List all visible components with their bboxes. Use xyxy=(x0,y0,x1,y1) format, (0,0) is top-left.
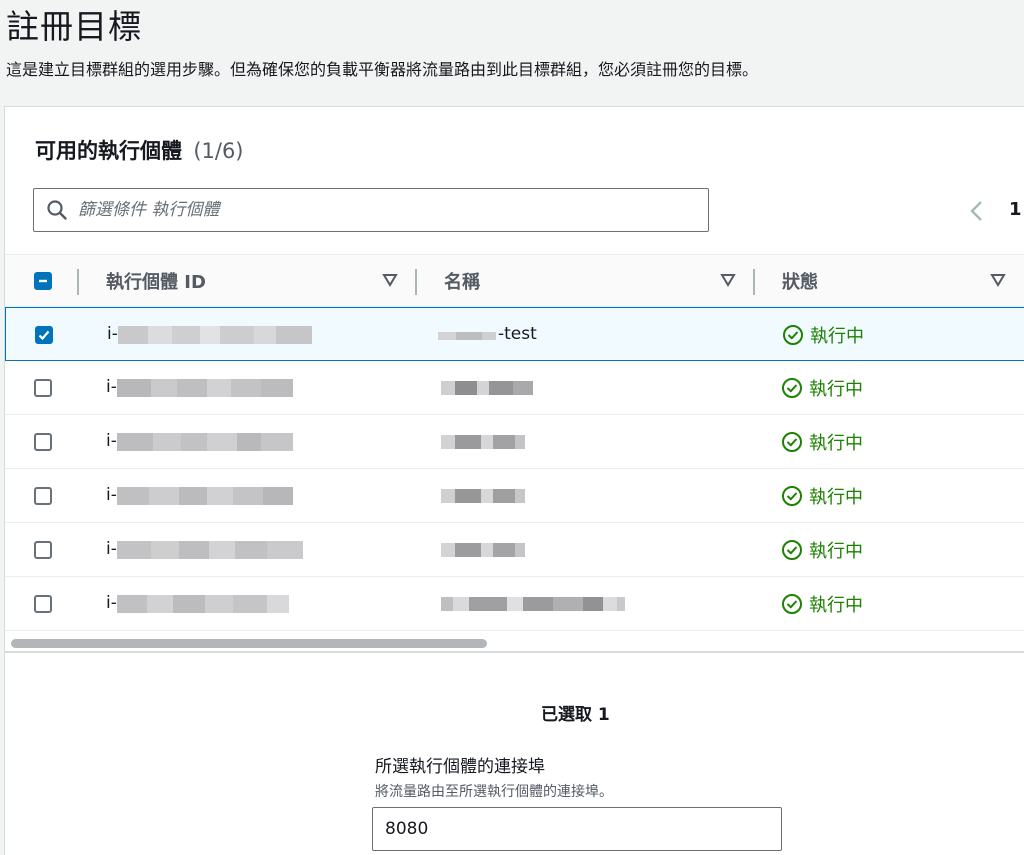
redacted-name xyxy=(441,489,525,503)
selected-count: 已選取 1 xyxy=(541,705,610,725)
instance-id-prefix: i- xyxy=(106,377,117,397)
redacted-instance-id xyxy=(118,326,312,344)
row-checkbox[interactable] xyxy=(34,541,52,559)
instance-name-suffix: -test xyxy=(498,324,537,344)
instances-table: 執行個體 ID 名稱 狀態 i- -test 執行中 i- 執行中 i- 執行中… xyxy=(5,254,1024,631)
sort-down-icon[interactable] xyxy=(382,273,398,287)
pagination-prev-button[interactable] xyxy=(967,199,987,223)
table-row[interactable]: i- -test 執行中 xyxy=(5,307,1024,361)
table-row[interactable]: i- 執行中 xyxy=(5,415,1024,469)
status-cell: 執行中 xyxy=(782,322,864,348)
status-label: 執行中 xyxy=(809,487,863,508)
table-header: 執行個體 ID 名稱 狀態 xyxy=(5,254,1024,307)
redacted-instance-id xyxy=(117,595,289,613)
status-cell: 執行中 xyxy=(781,537,863,563)
column-separator[interactable] xyxy=(753,269,755,295)
instance-count: (1/6) xyxy=(193,139,244,163)
instance-id-prefix: i- xyxy=(106,431,117,451)
table-row[interactable]: i- 執行中 xyxy=(5,523,1024,577)
panel-header: 可用的執行個體 (1/6) xyxy=(35,135,244,165)
row-checkbox[interactable] xyxy=(34,487,52,505)
redacted-name xyxy=(441,435,525,449)
divider xyxy=(5,651,1024,653)
page-title: 註冊目標 xyxy=(6,7,142,46)
column-label: 執行個體 ID xyxy=(106,272,206,293)
sort-down-icon[interactable] xyxy=(720,273,736,287)
column-separator[interactable] xyxy=(415,269,417,295)
sort-down-icon[interactable] xyxy=(990,273,1006,287)
redacted-name xyxy=(438,332,496,340)
status-label: 執行中 xyxy=(809,595,863,616)
redacted-instance-id xyxy=(117,487,293,505)
scrollbar-thumb[interactable] xyxy=(11,639,487,648)
redacted-instance-id xyxy=(117,541,303,559)
check-circle-icon xyxy=(782,486,802,506)
column-header-name[interactable]: 名稱 xyxy=(444,255,480,307)
instances-panel: 可用的執行個體 (1/6) 1 執行個體 ID 名稱 xyxy=(4,106,1024,855)
column-header-instance-id[interactable]: 執行個體 ID xyxy=(106,255,206,307)
search-input[interactable] xyxy=(78,200,678,220)
check-circle-icon xyxy=(782,540,802,560)
row-checkbox[interactable] xyxy=(34,595,52,613)
check-circle-icon xyxy=(783,325,803,345)
check-circle-icon xyxy=(782,432,802,452)
redacted-name xyxy=(441,597,625,611)
search-icon xyxy=(46,199,68,221)
instance-id-prefix: i- xyxy=(106,485,117,505)
port-description: 將流量路由至所選執行個體的連接埠。 xyxy=(375,784,613,800)
column-label: 狀態 xyxy=(782,272,818,293)
status-label: 執行中 xyxy=(810,326,864,347)
check-circle-icon xyxy=(782,594,802,614)
port-input[interactable] xyxy=(372,807,782,851)
select-all-checkbox[interactable] xyxy=(34,272,52,290)
port-label: 所選執行個體的連接埠 xyxy=(375,757,545,777)
status-cell: 執行中 xyxy=(781,483,863,509)
panel-title: 可用的執行個體 xyxy=(35,139,182,163)
status-label: 執行中 xyxy=(809,379,863,400)
instance-id-prefix: i- xyxy=(107,324,118,344)
page-description: 這是建立目標群組的選用步驟。但為確保您的負載平衡器將流量路由到此目標群組，您必須… xyxy=(6,60,759,79)
status-cell: 執行中 xyxy=(781,591,863,617)
status-label: 執行中 xyxy=(809,433,863,454)
status-cell: 執行中 xyxy=(781,375,863,401)
chevron-left-icon xyxy=(970,201,982,221)
column-header-status[interactable]: 狀態 xyxy=(782,255,818,307)
table-row[interactable]: i- 執行中 xyxy=(5,469,1024,523)
column-label: 名稱 xyxy=(444,272,480,293)
redacted-instance-id xyxy=(117,379,293,397)
table-row[interactable]: i- 執行中 xyxy=(5,577,1024,631)
search-box[interactable] xyxy=(33,188,709,232)
row-checkbox[interactable] xyxy=(34,379,52,397)
redacted-name xyxy=(441,381,533,395)
column-separator xyxy=(77,269,79,295)
status-cell: 執行中 xyxy=(781,429,863,455)
horizontal-scrollbar[interactable] xyxy=(7,637,1024,649)
row-checkbox[interactable] xyxy=(35,326,53,344)
instance-id-prefix: i- xyxy=(106,539,117,559)
check-circle-icon xyxy=(782,378,802,398)
instance-id-prefix: i- xyxy=(106,593,117,613)
status-label: 執行中 xyxy=(809,541,863,562)
pagination-page-number[interactable]: 1 xyxy=(1009,199,1022,220)
redacted-name xyxy=(441,543,525,557)
table-row[interactable]: i- 執行中 xyxy=(5,361,1024,415)
redacted-instance-id xyxy=(117,433,293,451)
row-checkbox[interactable] xyxy=(34,433,52,451)
